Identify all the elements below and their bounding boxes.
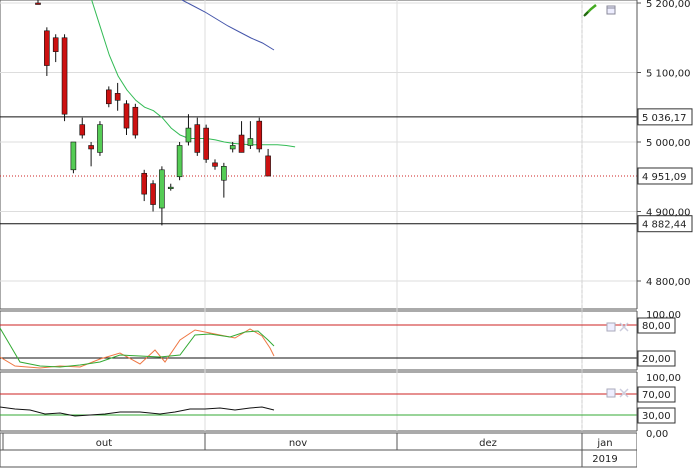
price-tick-label: 5 100,00 [646, 69, 691, 80]
rsi-70-tag-label: 70,00 [642, 390, 671, 401]
month-label: dez [479, 438, 497, 449]
stoch-80-tag-label: 80,00 [642, 321, 671, 332]
candle [132, 103, 139, 139]
candle [70, 141, 77, 174]
rsi-tick-label: 100,00 [646, 373, 681, 384]
month-label: jan [596, 438, 612, 449]
chart-canvas[interactable]: 5 036,17 4 882,44 4 951,09 5 200,00 5 100,0… [0, 0, 693, 468]
candle [61, 34, 68, 122]
rsi-30-tag-label: 30,00 [642, 411, 671, 422]
candle [256, 117, 263, 153]
stoch-panel-box-icon[interactable] [606, 322, 616, 332]
stoch-20-tag-label: 20,00 [642, 354, 671, 365]
last-price-tag-label: 4 951,09 [642, 172, 687, 183]
month-label: nov [289, 438, 307, 449]
rsi-panel-frame [0, 371, 638, 432]
month-label: out [96, 438, 112, 449]
year-label: 2019 [592, 454, 617, 465]
candle [203, 124, 209, 163]
candle [97, 121, 103, 156]
rsi-tick-label: 0,00 [646, 429, 668, 440]
upper-level-tag-label: 5 036,17 [642, 113, 687, 124]
price-tick-label: 5 000,00 [646, 138, 691, 149]
lower-level-tag-label: 4 882,44 [642, 220, 687, 231]
window-box-icon[interactable] [606, 5, 616, 15]
price-panel-frame [0, 0, 638, 310]
candle [176, 142, 183, 181]
price-tick-label: 4 800,00 [646, 277, 691, 288]
price-tick-label: 4 900,00 [646, 208, 691, 219]
rsi-panel-box-icon[interactable] [606, 388, 616, 398]
chart-window[interactable]: 5 036,17 4 882,44 4 951,09 5 200,00 5 100,0… [0, 0, 693, 468]
price-tick-label: 5 200,00 [646, 0, 691, 10]
